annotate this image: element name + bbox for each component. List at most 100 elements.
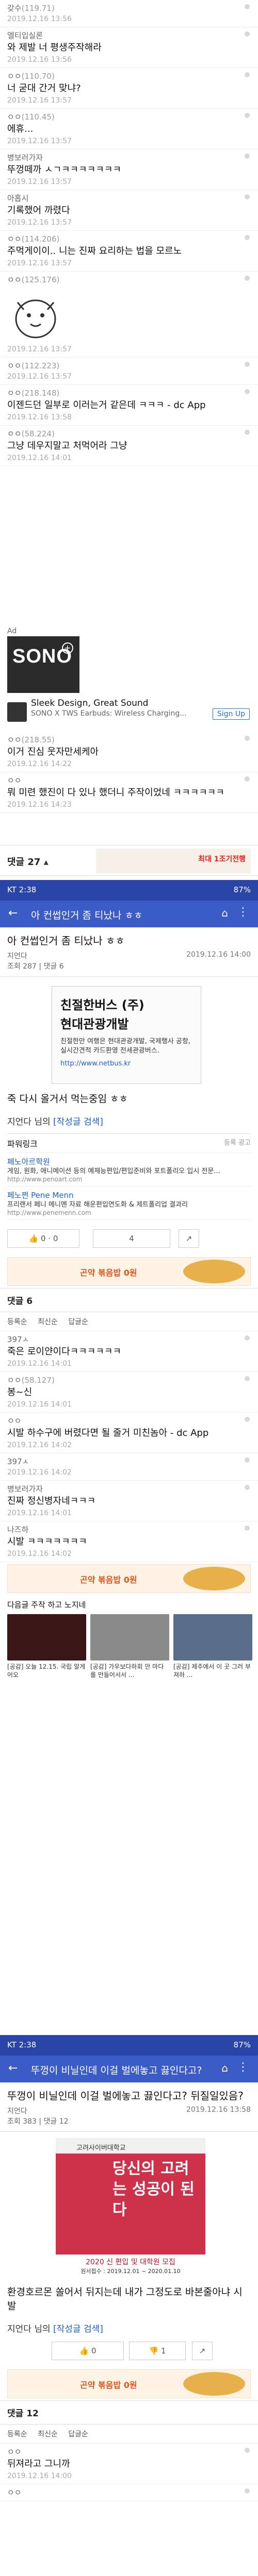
more-icon[interactable]: ⋮ xyxy=(237,906,249,919)
comment-row[interactable]: ㅇㅇ(114.206) 주먹게이이.. 니는 진짜 요리하는 법을 모르노 2019… xyxy=(0,231,258,272)
comment-nick[interactable]: ㅇㅇ xyxy=(7,775,251,786)
related-thumb[interactable]: [공감] 제주에서 이 곳 그러 부져하 ... xyxy=(173,1614,252,1679)
comment-row[interactable]: 엘티입실론 와 제발 너 평생주작해라 2019.12.16 13:56 xyxy=(0,27,258,68)
comment-nick[interactable]: ㅇㅇ xyxy=(7,1416,251,1426)
comment-count-row[interactable]: 댓글 6 xyxy=(0,1288,258,1312)
ad-image[interactable]: SONO + xyxy=(7,636,79,693)
related-head[interactable]: 다음글 주작 하고 노지네 xyxy=(7,1599,251,1610)
comment-count[interactable]: 댓글 27 ▴ xyxy=(7,855,49,868)
comment-menu-icon[interactable] xyxy=(245,1376,250,1381)
comment-menu-icon[interactable] xyxy=(245,4,250,9)
powerlink-item[interactable]: 페노쩐 Pene Menn 프리랜서 페니 메니멘 자료 해운편입연도화 & 제… xyxy=(7,1187,251,1220)
back-arrow-icon[interactable]: ← xyxy=(8,2062,18,2075)
comment-nick[interactable]: ㅇㅇ(110.45) xyxy=(7,112,251,122)
upvote-button[interactable]: 👍 0 xyxy=(52,2342,124,2360)
food-banner-ad[interactable]: 곤약 볶음밥 0원 xyxy=(7,2369,251,2398)
comment-menu-icon[interactable] xyxy=(245,776,250,782)
comment-row[interactable]: ㅇㅇ(110.70) 너 굳대 간거 맞냐? 2019.12.16 13:57 xyxy=(0,68,258,109)
sort-option[interactable]: 등록순 xyxy=(7,2430,27,2438)
comment-row[interactable]: 나즈하 시발 ㅋㅋㅋㅋㅋㅋㅋ 2019.12.16 14:02 xyxy=(0,1521,258,1562)
comment-row[interactable]: ㅇㅇ(218.148) 이젠드던 일부로 이러는거 같은데 ㅋㅋㅋ - dc Ap… xyxy=(0,385,258,426)
comment-nick[interactable]: ㅇㅇ xyxy=(7,2487,251,2498)
author-search-link[interactable]: [작성글 검색] xyxy=(53,2324,103,2334)
author-search[interactable]: 지언다 님의 [작성글 검색] xyxy=(0,2319,258,2336)
comment-nick[interactable]: 397ㅅ xyxy=(7,1334,251,1345)
comment-nick[interactable]: ㅇㅇ(114.206) xyxy=(7,234,251,244)
comment-nick[interactable]: 엘티입실론 xyxy=(7,30,251,41)
comment-menu-icon[interactable] xyxy=(245,72,250,77)
comment-nick[interactable]: 나즈하 xyxy=(7,1524,251,1535)
home-icon[interactable]: ⌂ xyxy=(221,2062,228,2074)
comment-row[interactable]: 병보러가자 진짜 정신병자네ㅋㅋㅋ 2019.12.16 14:01 xyxy=(0,1481,258,1521)
comment-row[interactable]: 갖수(119.71) 2019.12.16 13:56 xyxy=(0,0,258,27)
university-ad[interactable]: 고려사이버대학교 당신의 고려는 성공이 된다 2020 신 편입 및 대학원 … xyxy=(56,2138,205,2277)
upvote-button[interactable]: 👍 0 · 0 xyxy=(7,1229,79,1248)
sort-option[interactable]: 최신순 xyxy=(38,2430,58,2438)
comment-row[interactable]: 397ㅅ 죽은 로이얀이다ㅋㅋㅋㅋㅋㅋ 2019.12.16 14:01 xyxy=(0,1331,258,1372)
powerlink-item[interactable]: 페노아르학원 게임, 원화, 애니메이션 등의 예체능편입/편입준비와 포트폴리… xyxy=(7,1153,251,1187)
pl-name[interactable]: 페노아르학원 xyxy=(7,1156,251,1167)
comment-row[interactable]: 397ㅅ 2019.12.16 14:02 xyxy=(0,1453,258,1481)
comment-row[interactable]: ㅇㅇ(58.127) 봉~신 2019.12.16 14:01 xyxy=(0,1372,258,1413)
comment-row[interactable]: ㅇㅇ 시발 하수구에 버렸다면 될 줄거 미친놈아 - dc App 2019.12… xyxy=(0,1413,258,1453)
food-banner-ad-2[interactable]: 곤약 볶음밥 0원 xyxy=(7,1564,251,1593)
author-search-link[interactable]: [작성글 검색] xyxy=(53,1117,103,1127)
bus-ad-link[interactable]: http://www.netbus.kr xyxy=(60,1060,192,1067)
comment-menu-icon[interactable] xyxy=(245,31,250,37)
related-thumb[interactable]: [공감] 가우보다하회 안 마다를 만들어서서 ... xyxy=(90,1614,169,1679)
comment-menu-icon[interactable] xyxy=(245,154,250,159)
comment-menu-icon[interactable] xyxy=(245,1335,250,1341)
comment-nick[interactable]: ㅇㅇ(58.127) xyxy=(7,1375,251,1385)
sort-option[interactable]: 답글순 xyxy=(68,1318,88,1326)
comment-row[interactable]: ㅇㅇ 뭐 미련 했진이 다 있나 했더니 주작이었네 ㅋㅋㅋㅋㅋㅋ 2019.12.… xyxy=(0,772,258,813)
comment-row[interactable]: ㅇㅇ(112.223) 2019.12.16 13:57 xyxy=(0,358,258,385)
ad-signup-button[interactable]: Sign Up xyxy=(212,708,250,720)
comment-nick[interactable]: 병보러가자 xyxy=(7,152,251,163)
comment-nick[interactable]: 병보러가자 xyxy=(7,1484,251,1494)
comment-menu-icon[interactable] xyxy=(245,235,250,240)
comment-nick[interactable]: ㅇㅇ(110.70) xyxy=(7,71,251,81)
sort-option[interactable]: 등록순 xyxy=(7,1318,27,1326)
comment-menu-icon[interactable] xyxy=(245,430,250,435)
comment-menu-icon[interactable] xyxy=(245,736,250,741)
downvote-button[interactable]: 👎 1 xyxy=(129,2342,186,2360)
share-icon[interactable]: ↗ xyxy=(179,1229,199,1248)
comment-nick[interactable]: 아홉시 xyxy=(7,193,251,204)
author-search[interactable]: 지언다 님의 [작성글 검색] xyxy=(0,1112,258,1129)
comment-menu-icon[interactable] xyxy=(245,276,250,281)
comment-nick[interactable]: 397ㅅ xyxy=(7,1456,251,1467)
comment-menu-icon[interactable] xyxy=(245,194,250,199)
comment-menu-icon[interactable] xyxy=(245,2448,250,2453)
comment-row[interactable]: 아홉시 기록했어 까렸다 2019.12.16 13:57 xyxy=(0,190,258,231)
bus-ad-card[interactable]: 친절한버스 (주) 현대관광개발 친절한만 여행은 현대관광개발, 국제행사 공… xyxy=(52,986,201,1084)
sort-option[interactable]: 최신순 xyxy=(38,1318,58,1326)
comment-nick[interactable]: ㅇㅇ(218.148) xyxy=(7,388,251,398)
share-icon[interactable]: ↗ xyxy=(192,2342,213,2360)
comment-row[interactable]: ㅇㅇ xyxy=(0,2484,258,2501)
related-thumb[interactable]: [공감] 오늘 12.15. 국립 알게어오 xyxy=(7,1614,86,1679)
comment-menu-icon[interactable] xyxy=(245,1417,250,1422)
footer-banner-ad[interactable]: 최대 1조기전행 xyxy=(96,849,251,873)
comment-row[interactable]: ㅇㅇ(218.55) 이거 진심 웃자만세케아 2019.12.16 14:22 xyxy=(0,732,258,772)
comment-nick[interactable]: ㅇㅇ(58.224) xyxy=(7,429,251,439)
comment-menu-icon[interactable] xyxy=(245,1485,250,1490)
ad-block[interactable]: Ad SONO + Sleek Design, Great Sound SONO… xyxy=(0,626,258,729)
comment-row[interactable]: ㅇㅇ(110.45) 에휴... 2019.12.16 13:57 xyxy=(0,109,258,149)
comment-menu-icon[interactable] xyxy=(245,389,250,394)
sort-option[interactable]: 답글순 xyxy=(68,2430,88,2438)
comment-row[interactable]: ㅇㅇ(125.176) 2019.12.16 13:57 xyxy=(0,272,258,358)
comment-row[interactable]: ㅇㅇ(58.224) 그냥 데우지말고 처먹어라 그냥 2019.12.16 14:… xyxy=(0,426,258,466)
comment-menu-icon[interactable] xyxy=(245,1526,250,1531)
ad-title[interactable]: Sleek Design, Great Sound xyxy=(31,698,148,708)
comment-nick[interactable]: 갖수(119.71) xyxy=(7,3,251,13)
comment-count-row[interactable]: 댓글 12 xyxy=(0,2400,258,2425)
pl-name[interactable]: 페노쩐 Pene Menn xyxy=(7,1190,251,1200)
food-banner-ad[interactable]: 곤약 볶음밥 0원 xyxy=(7,1257,251,1286)
more-icon[interactable]: ⋮ xyxy=(237,2061,249,2074)
post-author[interactable]: 지언다 xyxy=(7,2107,27,2115)
comment-nick[interactable]: ㅇㅇ(125.176) xyxy=(7,275,251,285)
comment-menu-icon[interactable] xyxy=(245,362,250,367)
comment-menu-icon[interactable] xyxy=(245,113,250,118)
comment-nick[interactable]: ㅇㅇ(112.223) xyxy=(7,361,251,371)
home-icon[interactable]: ⌂ xyxy=(221,907,228,919)
